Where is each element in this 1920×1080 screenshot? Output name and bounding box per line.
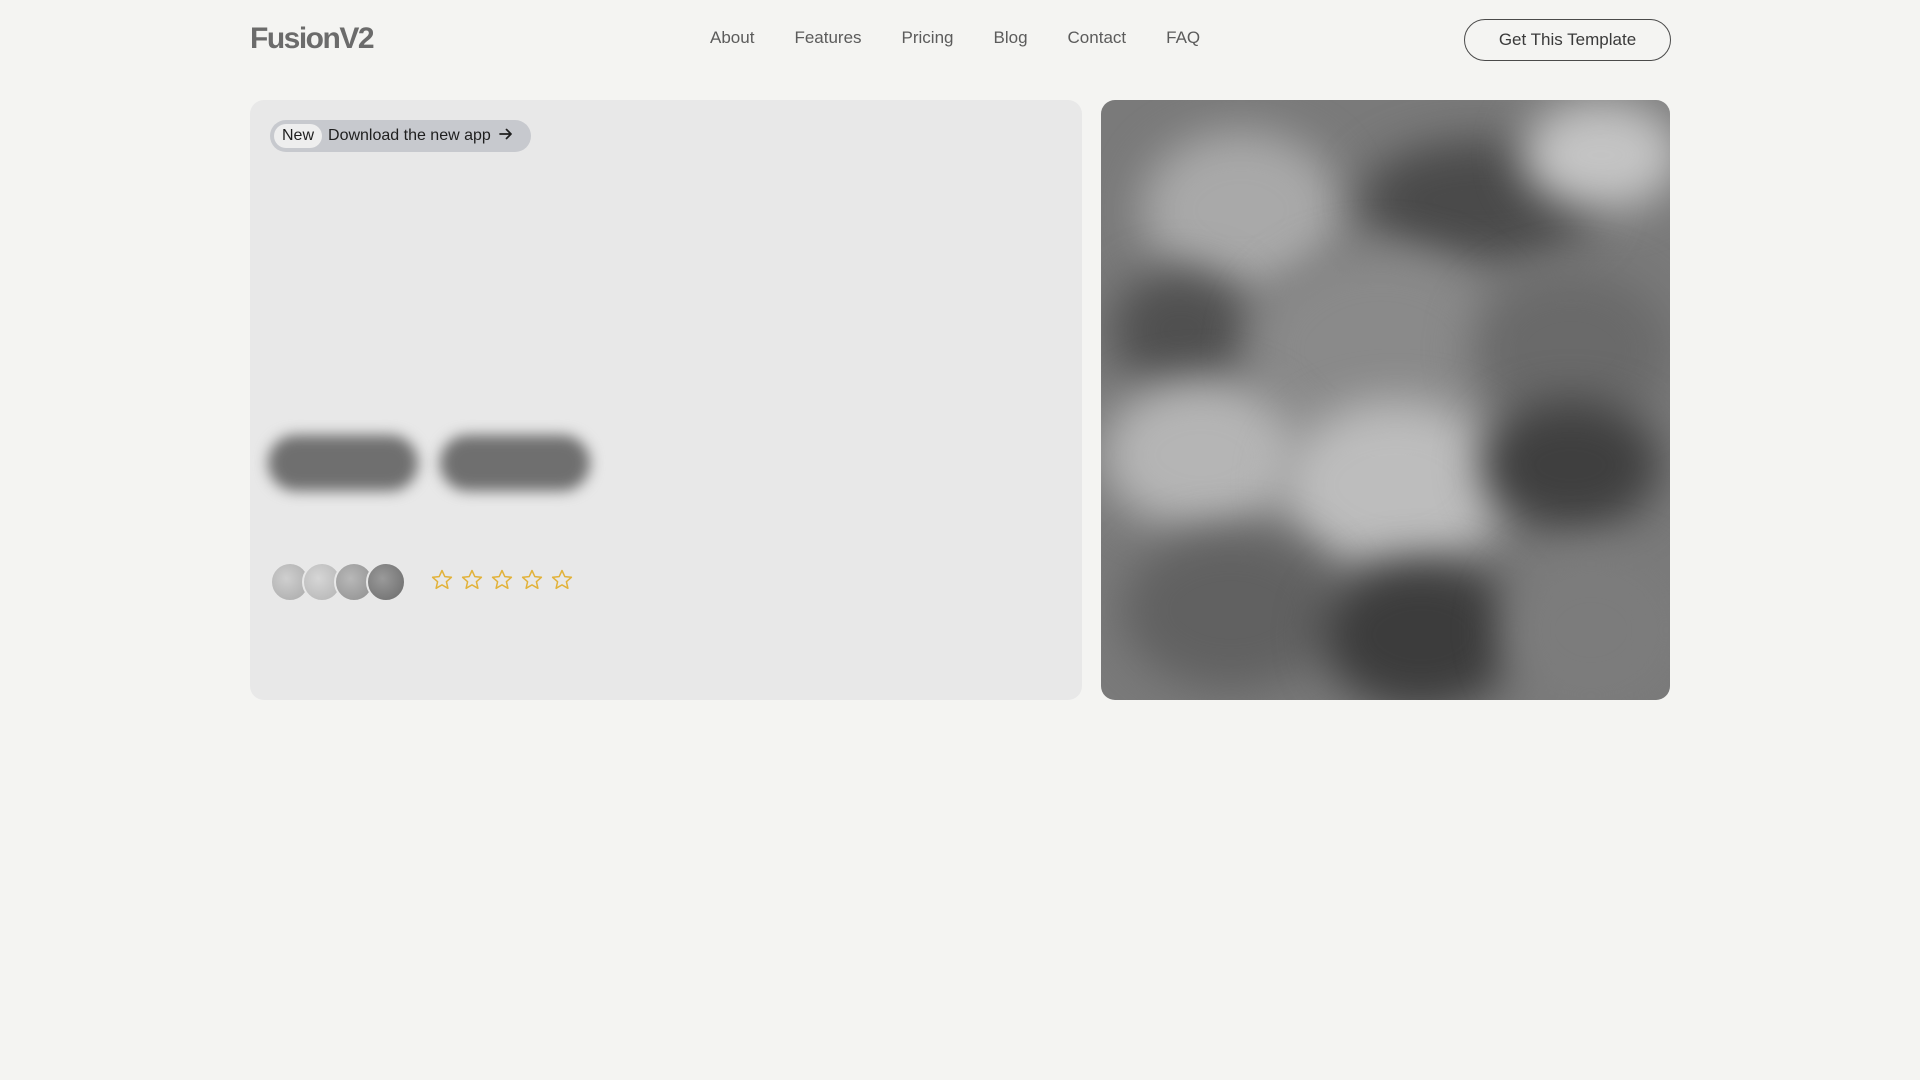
star-icon [430, 568, 454, 592]
get-template-button[interactable]: Get This Template [1464, 19, 1671, 61]
image-region [1281, 400, 1511, 570]
nav-contact[interactable]: Contact [1068, 28, 1127, 48]
download-app-pill[interactable]: New Download the new app [270, 120, 531, 152]
image-region [1501, 550, 1670, 700]
user-avatars [270, 562, 406, 602]
main-nav: About Features Pricing Blog Contact FAQ [710, 28, 1200, 48]
image-region [1101, 380, 1301, 530]
avatar [366, 562, 406, 602]
image-region [1121, 530, 1341, 690]
secondary-action-button[interactable] [440, 435, 590, 491]
arrow-right-icon [498, 127, 513, 146]
pill-text: Download the new app [328, 127, 491, 144]
new-badge: New [274, 124, 323, 148]
primary-action-button[interactable] [268, 435, 418, 491]
nav-features[interactable]: Features [794, 28, 861, 48]
image-region [1481, 400, 1661, 530]
hero-card: New Download the new app [250, 100, 1082, 700]
rating-stars [430, 568, 574, 592]
star-icon [550, 568, 574, 592]
hero-image [1101, 100, 1670, 700]
nav-about[interactable]: About [710, 28, 754, 48]
image-region [1321, 560, 1521, 700]
image-region [1521, 100, 1670, 210]
top-navigation: FusionV2 About Features Pricing Blog Con… [0, 0, 1920, 80]
star-icon [490, 568, 514, 592]
nav-blog[interactable]: Blog [994, 28, 1028, 48]
nav-faq[interactable]: FAQ [1166, 28, 1200, 48]
star-icon [460, 568, 484, 592]
image-region [1111, 270, 1251, 390]
nav-pricing[interactable]: Pricing [902, 28, 954, 48]
star-icon [520, 568, 544, 592]
logo[interactable]: FusionV2 [250, 22, 375, 56]
